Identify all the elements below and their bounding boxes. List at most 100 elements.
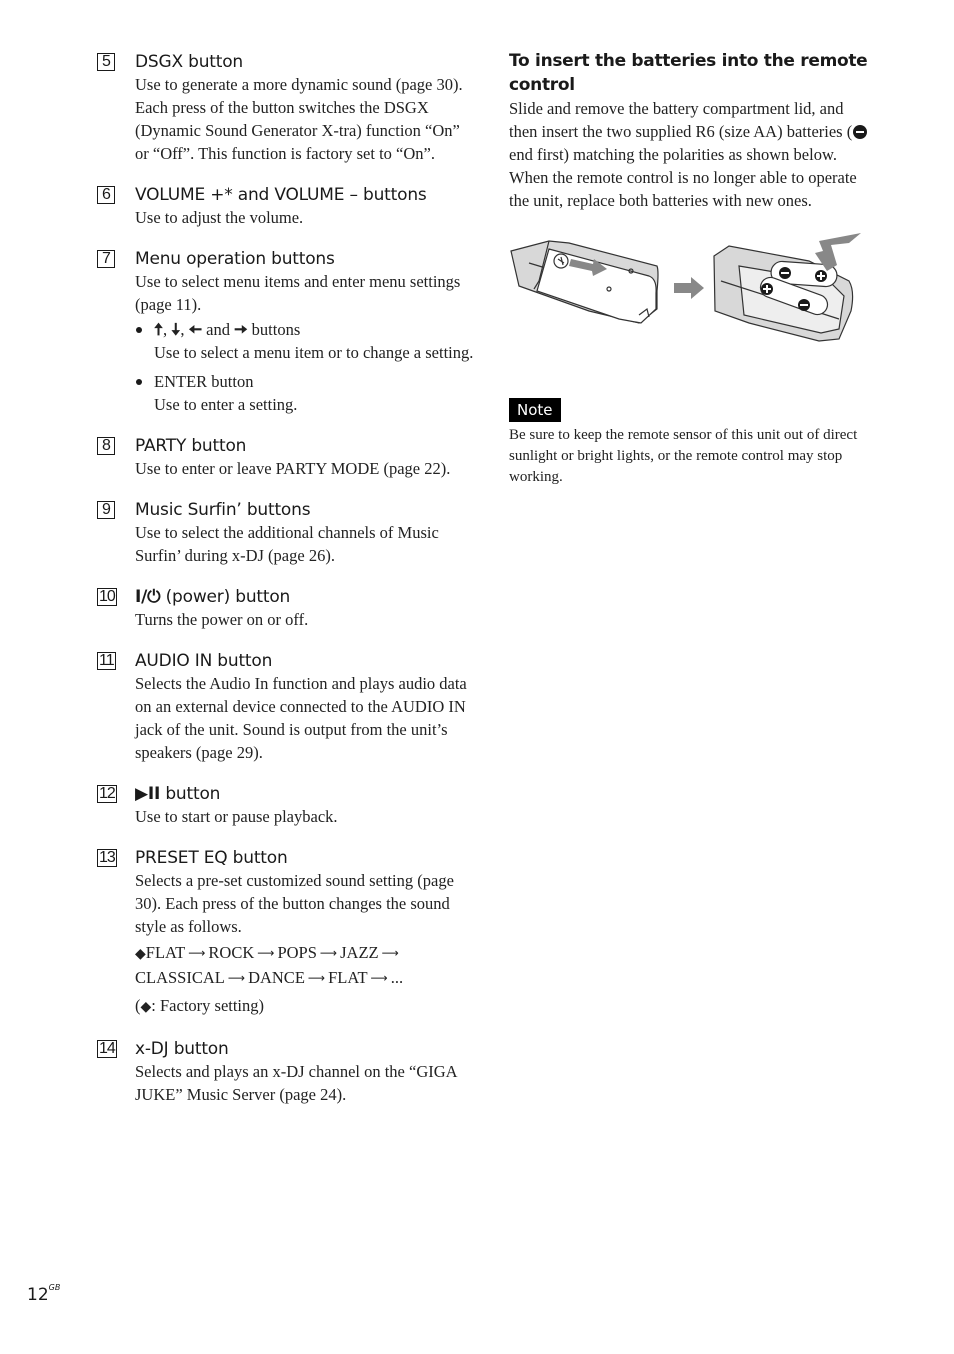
minus-polarity-icon: [853, 125, 868, 139]
item-party: 8 PARTY button Use to enter or leave PAR…: [97, 435, 477, 480]
note-box: Note Be sure to keep the remote sensor o…: [509, 398, 874, 488]
eq-step: JAZZ: [340, 943, 379, 962]
item-body: Use to select menu items and enter menu …: [135, 270, 477, 416]
eq-step: FLAT: [328, 968, 368, 987]
item-menu-operation: 7 Menu operation buttons Use to select m…: [97, 248, 477, 416]
bullet-desc: Use to select a menu item or to change a…: [154, 343, 474, 362]
section-heading: To insert the batteries into the remote …: [509, 51, 868, 95]
eq-step: ...: [390, 968, 404, 987]
item-title-text: (power) button: [165, 587, 291, 607]
play-pause-icon: ▶II: [135, 784, 161, 804]
item-play-pause: 12 ▶II button Use to start or pause play…: [97, 783, 477, 828]
item-body-text: Use to select menu items and enter menu …: [135, 272, 461, 314]
separator: ,: [180, 320, 185, 339]
item-preset-eq: 13 PRESET EQ button Selects a pre-set cu…: [97, 847, 477, 1019]
bullet-arrow-buttons: 🠅, 🠇, 🠄 and 🠆 buttons Use to select a me…: [135, 318, 477, 364]
item-body: Use to generate a more dynamic sound (pa…: [135, 75, 463, 163]
item-body: Use to adjust the volume.: [135, 208, 304, 227]
item-number: 11: [97, 652, 116, 670]
arrow-right-icon: ⟶: [381, 946, 399, 960]
arrow-down-icon: 🠇: [171, 320, 181, 339]
item-body: Selects the Audio In function and plays …: [135, 674, 467, 762]
item-dsgx: 5 DSGX button Use to generate a more dyn…: [97, 51, 477, 165]
arrow-right-icon: 🠆: [234, 320, 248, 339]
and-text: and: [206, 320, 230, 339]
bullet-enter-button: ENTER button Use to enter a setting.: [135, 370, 477, 416]
power-icon: I/⏻: [135, 587, 161, 607]
item-title: x-DJ button: [135, 1039, 229, 1059]
item-number: 7: [97, 250, 115, 268]
battery-illustration: [509, 231, 874, 356]
page-language-suffix: GB: [48, 1283, 61, 1293]
factory-marker-icon: ◆: [140, 999, 152, 1015]
eq-step: ROCK: [208, 943, 255, 962]
item-title: VOLUME +* and VOLUME – buttons: [135, 185, 427, 205]
arrow-right-icon: ⟶: [227, 971, 246, 985]
item-number: 5: [97, 53, 115, 71]
item-number: 10: [97, 588, 117, 606]
factory-note: (◆: Factory setting): [135, 996, 265, 1015]
item-body: Selects and plays an x-DJ channel on the…: [135, 1062, 457, 1104]
item-title: Music Surfin’ buttons: [135, 500, 311, 520]
next-step-arrow-icon: [674, 277, 704, 299]
instructions-paragraph: Slide and remove the battery compartment…: [509, 97, 874, 166]
arrow-right-icon: ⟶: [257, 946, 275, 960]
factory-note-text: : Factory setting: [151, 996, 259, 1015]
item-body: Turns the power on or off.: [135, 610, 309, 629]
bullet-label: ENTER button: [154, 372, 254, 391]
item-body: Use to start or pause playback.: [135, 807, 338, 826]
section-body: Slide and remove the battery compartment…: [509, 97, 874, 212]
item-title: ▶II button: [135, 783, 477, 805]
bullet-desc: Use to enter a setting.: [154, 395, 298, 414]
eq-step: POPS: [277, 943, 317, 962]
item-number: 12: [97, 785, 117, 803]
arrow-up-icon: 🠅: [154, 320, 164, 339]
item-audio-in: 11 AUDIO IN button Selects the Audio In …: [97, 650, 477, 764]
item-title: PRESET EQ button: [135, 848, 288, 868]
item-title: I/⏻ (power) button: [135, 586, 477, 608]
button-descriptions: 5 DSGX button Use to generate a more dyn…: [97, 51, 477, 1125]
bullet-label: 🠅, 🠇, 🠄 and 🠆 buttons: [154, 318, 477, 341]
item-number: 14: [97, 1040, 117, 1058]
item-body: Use to enter or leave PARTY MODE (page 2…: [135, 459, 451, 478]
item-power: 10 I/⏻ (power) button Turns the power on…: [97, 586, 477, 631]
page-number: 12GB: [27, 1283, 61, 1305]
note-text: Be sure to keep the remote sensor of thi…: [509, 427, 858, 485]
eq-step: FLAT: [145, 943, 186, 962]
item-title-text: button: [165, 784, 221, 804]
arrow-left-icon: 🠄: [188, 320, 203, 339]
arrow-right-icon: ⟶: [188, 946, 206, 960]
bullet-list: 🠅, 🠇, 🠄 and 🠆 buttons Use to select a me…: [135, 318, 477, 416]
eq-step: CLASSICAL: [135, 968, 225, 987]
item-title: AUDIO IN button: [135, 651, 273, 671]
battery-insertion-diagram: [510, 233, 861, 342]
note-label: Note: [509, 398, 561, 422]
factory-marker-icon: ◆: [135, 946, 146, 962]
item-number: 6: [97, 186, 115, 204]
item-number: 9: [97, 501, 115, 519]
buttons-text: buttons: [251, 320, 301, 339]
separator: ,: [163, 320, 168, 339]
item-body: Selects a pre-set customized sound setti…: [135, 869, 477, 1019]
arrow-right-icon: ⟶: [307, 971, 326, 985]
item-number: 8: [97, 437, 115, 455]
bullet-dot: [136, 327, 142, 333]
paragraph-text: Slide and remove the battery compartment…: [509, 99, 853, 141]
remote-with-lid: [510, 240, 659, 324]
arrow-right-icon: ⟶: [319, 946, 338, 960]
item-number: 13: [97, 849, 117, 867]
item-title: PARTY button: [135, 436, 247, 456]
item-x-dj: 14 x-DJ button Selects and plays an x-DJ…: [97, 1038, 477, 1106]
page-number-value: 12: [27, 1285, 49, 1305]
item-music-surfin: 9 Music Surfin’ buttons Use to select th…: [97, 499, 477, 567]
eq-sequence: ◆FLAT ⟶ ROCK ⟶ POPS ⟶ JAZZ ⟶ CLASSICAL ⟶ DANCE ⟶ FL…: [135, 941, 477, 991]
battery-section: To insert the batteries into the remote …: [509, 49, 874, 488]
item-title: Menu operation buttons: [135, 249, 335, 269]
item-body: Use to select the additional channels of…: [135, 523, 439, 565]
paragraph-text: end first) matching the polarities as sh…: [509, 145, 837, 164]
arrow-right-icon: ⟶: [370, 971, 388, 985]
item-title: DSGX button: [135, 52, 243, 72]
replacement-paragraph: When the remote control is no longer abl…: [509, 168, 857, 210]
eq-step: DANCE: [248, 968, 305, 987]
item-body-text: Selects a pre-set customized sound setti…: [135, 871, 454, 936]
